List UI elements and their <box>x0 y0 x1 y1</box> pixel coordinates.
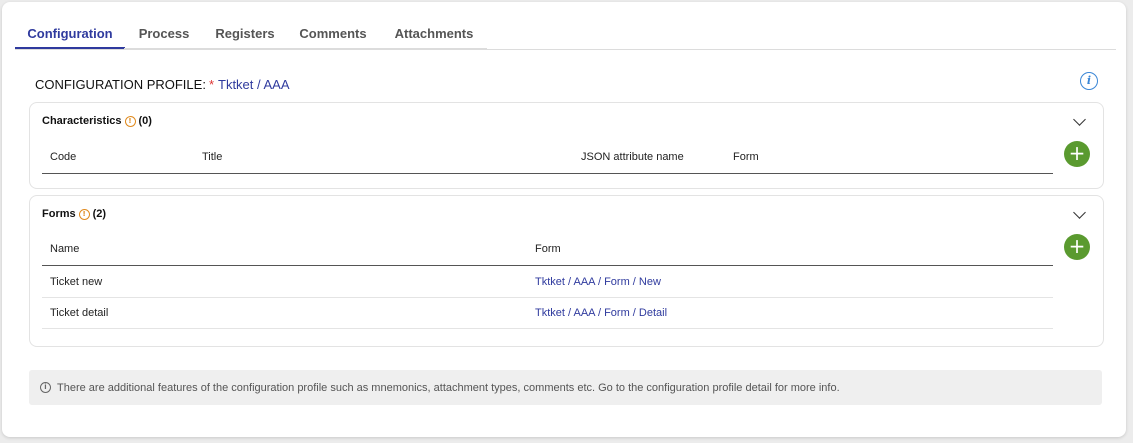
tab-configuration[interactable]: Configuration <box>15 18 125 49</box>
add-characteristic-button[interactable]: + <box>1064 141 1090 167</box>
tab-divider <box>124 48 487 50</box>
info-note: i There are additional features of the c… <box>29 370 1102 405</box>
column-form: Form <box>733 151 759 163</box>
warning-icon: ! <box>78 208 90 220</box>
forms-title: Forms <box>42 208 76 220</box>
column-json-attribute-name: JSON attribute name <box>581 151 684 163</box>
column-code: Code <box>50 151 77 163</box>
forms-count: (2) <box>92 208 107 220</box>
required-mark: * <box>208 77 214 92</box>
profile-label: CONFIGURATION PROFILE: <box>35 77 206 92</box>
tab-label: Process <box>138 26 190 41</box>
chevron-down-icon[interactable] <box>1073 113 1086 126</box>
configuration-card: Configuration Process Registers Comments… <box>2 2 1126 437</box>
column-form: Form <box>535 243 561 255</box>
chevron-down-icon[interactable] <box>1073 206 1086 219</box>
tab-label: Configuration <box>27 26 113 41</box>
table-row[interactable]: Ticket detail Tktket / AAA / Form / Deta… <box>42 297 1053 329</box>
characteristics-table-header: Code Title JSON attribute name Form <box>42 141 1053 174</box>
add-form-button[interactable]: + <box>1064 234 1090 260</box>
column-title: Title <box>202 151 223 163</box>
warning-icon: ! <box>124 115 136 127</box>
characteristics-panel: Characteristics ! (0) Code Title JSON at… <box>29 102 1104 189</box>
tab-label: Attachments <box>394 26 474 41</box>
column-name: Name <box>50 243 80 255</box>
forms-table-header: Name Form <box>42 233 1053 266</box>
table-row[interactable]: Ticket new Tktket / AAA / Form / New <box>42 266 1053 298</box>
forms-header[interactable]: Forms ! (2) <box>42 208 106 220</box>
forms-panel: Forms ! (2) Name Form Ticket new Tktket … <box>29 195 1104 347</box>
info-note-text: There are additional features of the con… <box>57 381 840 394</box>
tab-bar: Configuration Process Registers Comments… <box>15 18 1116 50</box>
form-link[interactable]: Tktket / AAA / Form / Detail <box>535 307 667 319</box>
info-icon: i <box>40 382 51 393</box>
form-name: Ticket new <box>50 276 103 288</box>
configuration-profile: CONFIGURATION PROFILE: * Tktket / AAA <box>35 77 290 92</box>
form-link[interactable]: Tktket / AAA / Form / New <box>535 276 661 288</box>
tab-attachments[interactable]: Attachments <box>381 18 487 49</box>
tab-label: Registers <box>215 26 275 41</box>
tab-label: Comments <box>299 26 367 41</box>
profile-link[interactable]: Tktket / AAA <box>218 77 290 92</box>
characteristics-count: (0) <box>138 115 152 127</box>
form-name: Ticket detail <box>50 307 109 319</box>
characteristics-title: Characteristics <box>42 115 122 127</box>
plus-icon: + <box>1068 141 1086 165</box>
plus-icon: + <box>1068 234 1086 258</box>
tab-process[interactable]: Process <box>127 18 201 49</box>
characteristics-header[interactable]: Characteristics ! (0) <box>42 115 152 127</box>
tab-registers[interactable]: Registers <box>205 18 285 49</box>
tab-comments[interactable]: Comments <box>290 18 376 49</box>
info-icon[interactable]: i <box>1080 72 1098 90</box>
